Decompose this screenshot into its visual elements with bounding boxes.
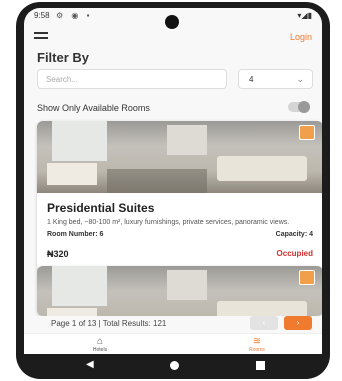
camera-cutout [165, 15, 179, 29]
system-nav-bar: ◀ [16, 354, 330, 379]
status-time: 9:58 [34, 11, 50, 20]
available-rooms-label: Show Only Available Rooms [37, 103, 150, 113]
room-photo [37, 266, 322, 316]
nav-label-hotels: Hotels [92, 347, 108, 353]
chevron-down-icon: ⌄ [296, 74, 304, 84]
login-link[interactable]: Login [290, 32, 312, 42]
room-number: Room Number: 6 [47, 231, 104, 238]
room-status-badge: Occupied [276, 249, 313, 258]
room-card[interactable] [37, 266, 322, 316]
app-screen: 9:58 ⚙ ◉ ▪ ▾◢▮ Login Filter By 4 ⌄ Show … [24, 8, 322, 354]
pagination-text: Page 1 of 13 | Total Results: 121 [51, 319, 167, 328]
bookmark-icon[interactable] [299, 270, 315, 285]
layers-icon: ≋ [252, 336, 262, 347]
room-description: 1 King bed, ~80-100 m², luxury furnishin… [47, 219, 290, 226]
available-rooms-toggle[interactable] [288, 101, 310, 113]
room-price: ₦320 [47, 249, 69, 259]
home-icon[interactable] [170, 361, 179, 370]
room-name: Presidential Suites [47, 201, 155, 215]
bottom-nav: ⌂ Hotels ≋ Rooms [24, 333, 322, 354]
nav-item-rooms[interactable]: ≋ Rooms [227, 336, 287, 353]
room-photo [37, 121, 322, 193]
bookmark-icon[interactable] [299, 125, 315, 140]
prev-page-button[interactable]: ‹ [250, 316, 278, 330]
back-icon[interactable]: ◀ [86, 359, 94, 370]
next-page-button[interactable]: › [284, 316, 312, 330]
capacity-select[interactable]: 4 ⌄ [238, 69, 313, 89]
page-title: Filter By [37, 50, 90, 65]
nav-label-rooms: Rooms [249, 347, 265, 353]
pagination-bar: Page 1 of 13 | Total Results: 121 ‹ › [24, 316, 322, 332]
menu-icon[interactable] [34, 32, 48, 42]
capacity-select-value: 4 [249, 75, 254, 84]
room-capacity: Capacity: 4 [275, 231, 313, 238]
room-card[interactable]: Presidential Suites 1 King bed, ~80-100 … [37, 121, 322, 271]
nav-item-hotels[interactable]: ⌂ Hotels [70, 336, 130, 353]
search-input[interactable] [37, 69, 227, 89]
recents-icon[interactable] [256, 361, 265, 370]
status-icons: ⚙ ◉ ▪ [56, 11, 93, 20]
signal-battery-icon: ▾◢▮ [297, 11, 312, 20]
phone-frame: 9:58 ⚙ ◉ ▪ ▾◢▮ Login Filter By 4 ⌄ Show … [16, 2, 330, 379]
hotel-icon: ⌂ [96, 336, 104, 347]
